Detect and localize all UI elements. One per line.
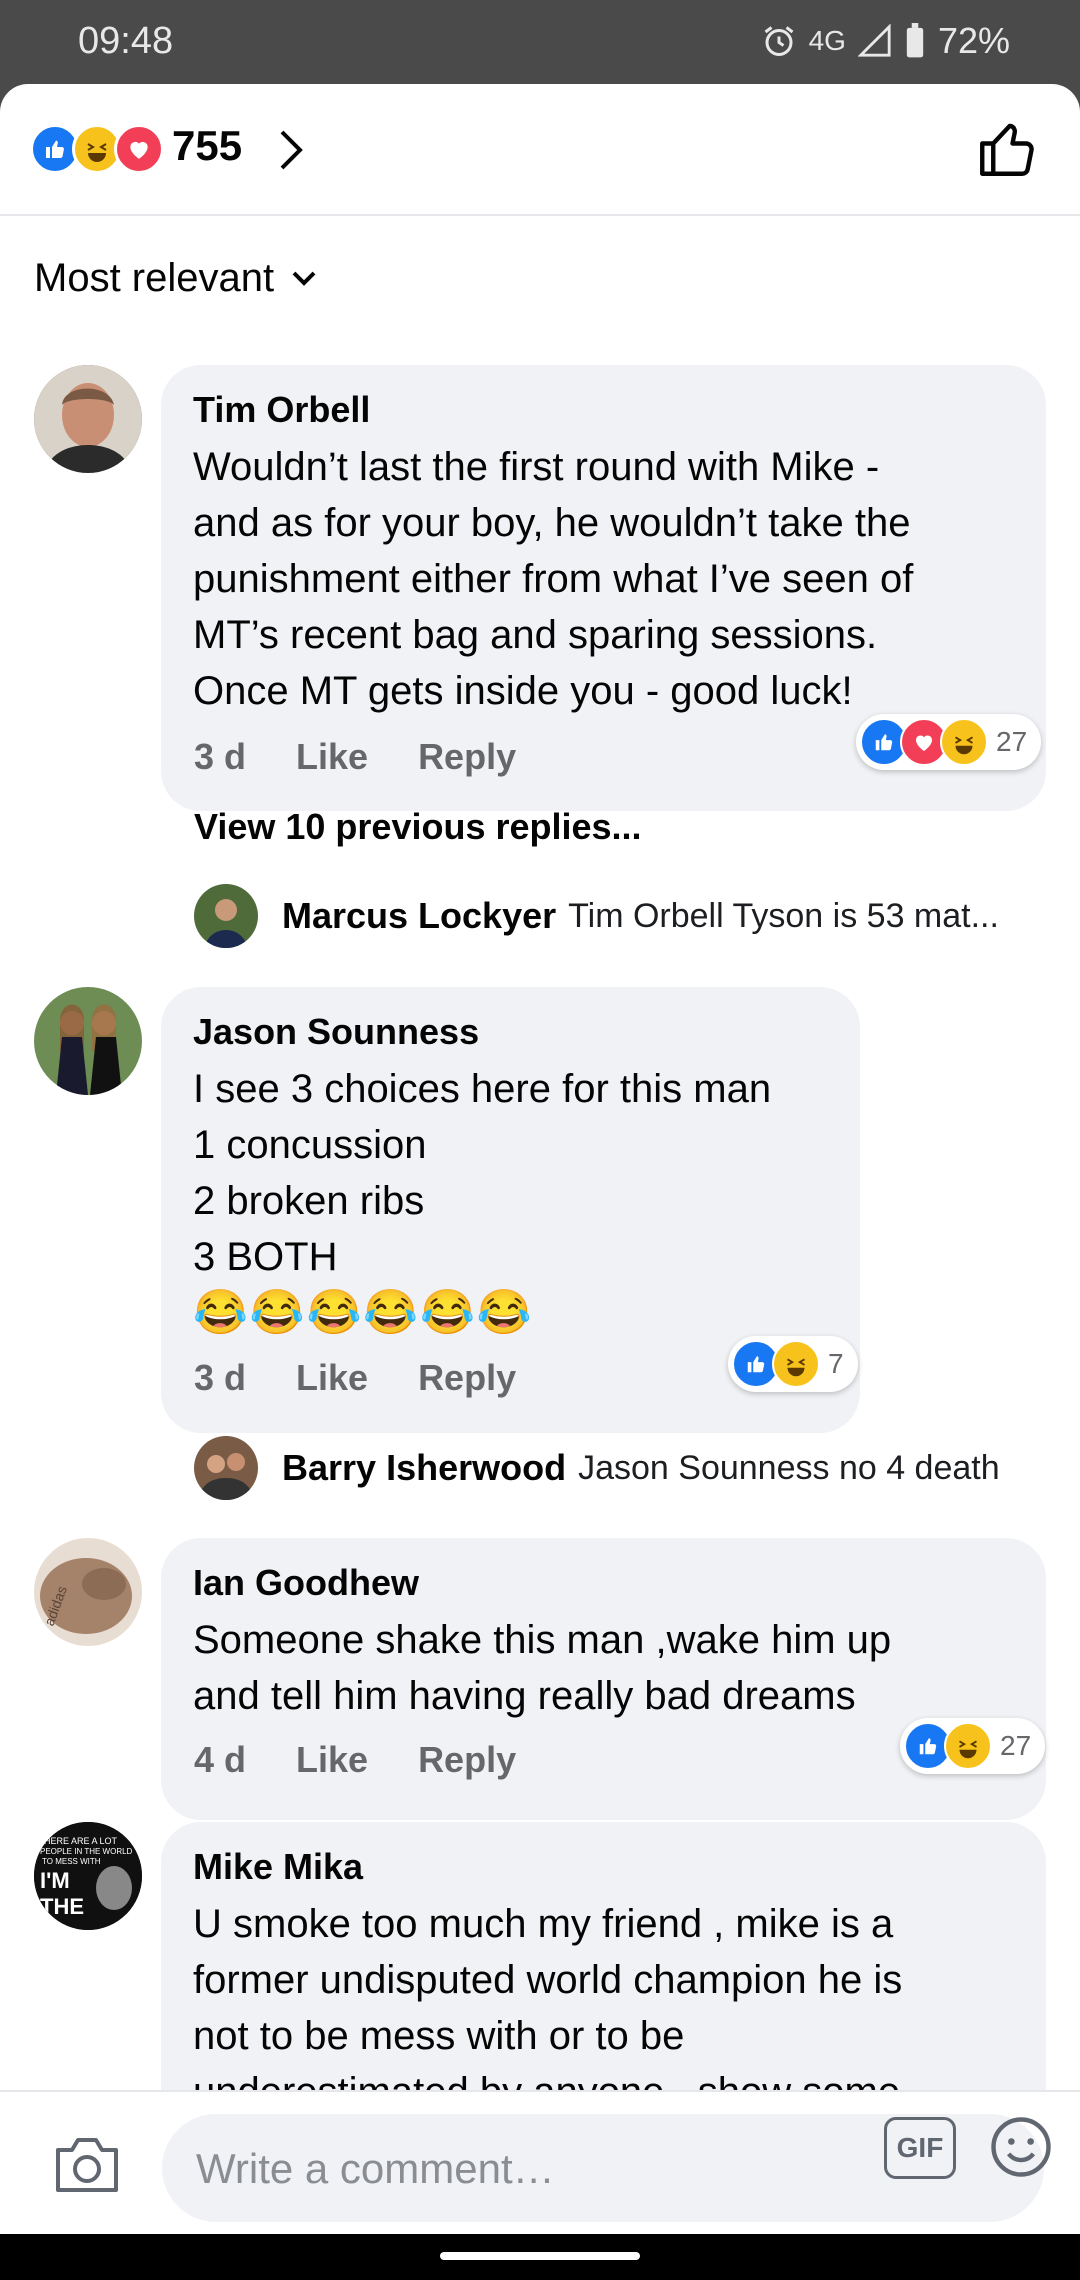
avatar[interactable] xyxy=(194,884,258,948)
status-icons: 4G 72% xyxy=(761,20,1010,62)
avatar-text: PEOPLE IN THE WORLD xyxy=(40,1847,133,1856)
comment-line: and as for your boy, he wouldn’t take th… xyxy=(193,501,911,545)
reactions-header[interactable]: 755 xyxy=(0,84,1080,216)
status-time: 09:48 xyxy=(78,20,174,62)
comment-reactions[interactable]: 27 xyxy=(900,1718,1046,1774)
reply-text: Tim Orbell Tyson is 53 mat... xyxy=(568,896,999,935)
reply-preview[interactable]: Marcus Lockyer Tim Orbell Tyson is 53 ma… xyxy=(194,884,999,948)
avatar-text: HERE ARE A LOT xyxy=(44,1836,118,1846)
avatar[interactable]: HERE ARE A LOT PEOPLE IN THE WORLD TO ME… xyxy=(34,1822,142,1930)
reply-button[interactable]: Reply xyxy=(418,1357,516,1399)
reactions-count: 755 xyxy=(172,122,243,169)
avatar-text: TO MESS WITH xyxy=(42,1857,101,1866)
avatar[interactable] xyxy=(34,987,142,1095)
avatar-text: I'M xyxy=(40,1868,70,1893)
signal-icon xyxy=(857,24,891,57)
emoji-icon[interactable] xyxy=(988,2114,1054,2180)
sort-label: Most relevant xyxy=(34,256,275,300)
comment-line: I see 3 choices here for this man xyxy=(193,1067,772,1111)
reaction-count: 7 xyxy=(828,1348,844,1379)
reply-button[interactable]: Reply xyxy=(418,1739,516,1781)
comment-author[interactable]: Tim Orbell xyxy=(193,389,370,431)
comment-input-placeholder: Write a comment… xyxy=(196,2145,555,2192)
comment-line: Wouldn’t last the first round with Mike … xyxy=(193,445,880,489)
comment-text: I see 3 choices here for this man 1 conc… xyxy=(193,1061,771,1341)
reply-preview[interactable]: Barry Isherwood Jason Sounness no 4 deat… xyxy=(194,1436,1000,1500)
network-label: 4G xyxy=(808,25,846,56)
navigation-bar xyxy=(0,2234,1080,2280)
comment-text: Someone shake this man ,wake him up and … xyxy=(193,1612,891,1724)
comment-reactions[interactable]: 7 xyxy=(728,1336,858,1392)
sort-dropdown[interactable]: Most relevant xyxy=(34,256,318,301)
like-button[interactable]: Like xyxy=(296,736,368,778)
comment-line: MT’s recent bag and sparing sessions. xyxy=(193,613,878,657)
comment-line: Once MT gets inside you - good luck! xyxy=(193,669,853,713)
comment-text: U smoke too much my friend , mike is a f… xyxy=(193,1896,902,2120)
avatar[interactable]: adidas xyxy=(34,1538,142,1646)
comment-time[interactable]: 4 d xyxy=(194,1739,246,1781)
chevron-down-icon xyxy=(292,271,316,286)
comment-reactions[interactable]: 27 xyxy=(856,714,1042,770)
alarm-icon xyxy=(764,26,793,56)
love-icon xyxy=(114,124,164,174)
avatar-text: THE xyxy=(40,1894,84,1919)
camera-icon[interactable] xyxy=(52,2134,122,2196)
haha-icon xyxy=(772,1340,820,1388)
home-gesture-handle[interactable] xyxy=(440,2252,640,2260)
comment-author[interactable]: Mike Mika xyxy=(193,1846,363,1888)
gif-button[interactable]: GIF xyxy=(884,2117,956,2179)
reaction-count: 27 xyxy=(1000,1730,1032,1761)
comment-actions: 3 d Like Reply xyxy=(194,736,516,778)
reaction-count: 27 xyxy=(996,726,1028,757)
view-previous-replies-link[interactable]: View 10 previous replies... xyxy=(194,806,642,848)
comments-sheet: 755 Most relevant Tim Orbell Wouldn’t la… xyxy=(0,84,1080,2234)
status-bar: 09:48 4G 72% xyxy=(0,0,1080,84)
reply-button[interactable]: Reply xyxy=(418,736,516,778)
reaction-icons xyxy=(30,124,164,174)
battery-percent: 72% xyxy=(937,20,1010,61)
like-button[interactable]: Like xyxy=(296,1739,368,1781)
haha-icon xyxy=(944,1722,992,1770)
comment-line: 1 concussion xyxy=(193,1123,427,1167)
comment-line: 3 BOTH xyxy=(193,1235,338,1279)
battery-icon xyxy=(906,23,924,58)
comment-text: Wouldn’t last the first round with Mike … xyxy=(193,439,913,719)
comment-time[interactable]: 3 d xyxy=(194,1357,246,1399)
like-button[interactable]: Like xyxy=(296,1357,368,1399)
chevron-right-icon[interactable] xyxy=(276,126,306,174)
emoji-line: 😂😂😂😂😂😂 xyxy=(193,1288,534,1337)
comment-composer: Write a comment… GIF xyxy=(0,2090,1080,2234)
comment-line: former undisputed world champion he is xyxy=(193,1958,903,2002)
comment-actions: 3 d Like Reply xyxy=(194,1357,516,1399)
comment-author[interactable]: Ian Goodhew xyxy=(193,1562,419,1604)
reply-author[interactable]: Barry Isherwood xyxy=(282,1447,566,1489)
avatar[interactable] xyxy=(194,1436,258,1500)
comment-author[interactable]: Jason Sounness xyxy=(193,1011,479,1053)
comment-line: U smoke too much my friend , mike is a xyxy=(193,1902,894,1946)
comment-time[interactable]: 3 d xyxy=(194,736,246,778)
avatar[interactable] xyxy=(34,365,142,473)
reply-author[interactable]: Marcus Lockyer xyxy=(282,895,556,937)
comment-line: 2 broken ribs xyxy=(193,1179,425,1223)
comment-actions: 4 d Like Reply xyxy=(194,1739,516,1781)
thumbs-up-icon[interactable] xyxy=(974,116,1040,182)
comment-line: punishment either from what I’ve seen of xyxy=(193,557,914,601)
gif-label: GIF xyxy=(896,2132,944,2163)
comment-line: Someone shake this man ,wake him up xyxy=(193,1618,892,1662)
comment-line: not to be mess with or to be xyxy=(193,2014,685,2058)
comment-line: and tell him having really bad dreams xyxy=(193,1674,856,1718)
reply-text: Jason Sounness no 4 death xyxy=(578,1448,1000,1487)
haha-icon xyxy=(940,718,988,766)
